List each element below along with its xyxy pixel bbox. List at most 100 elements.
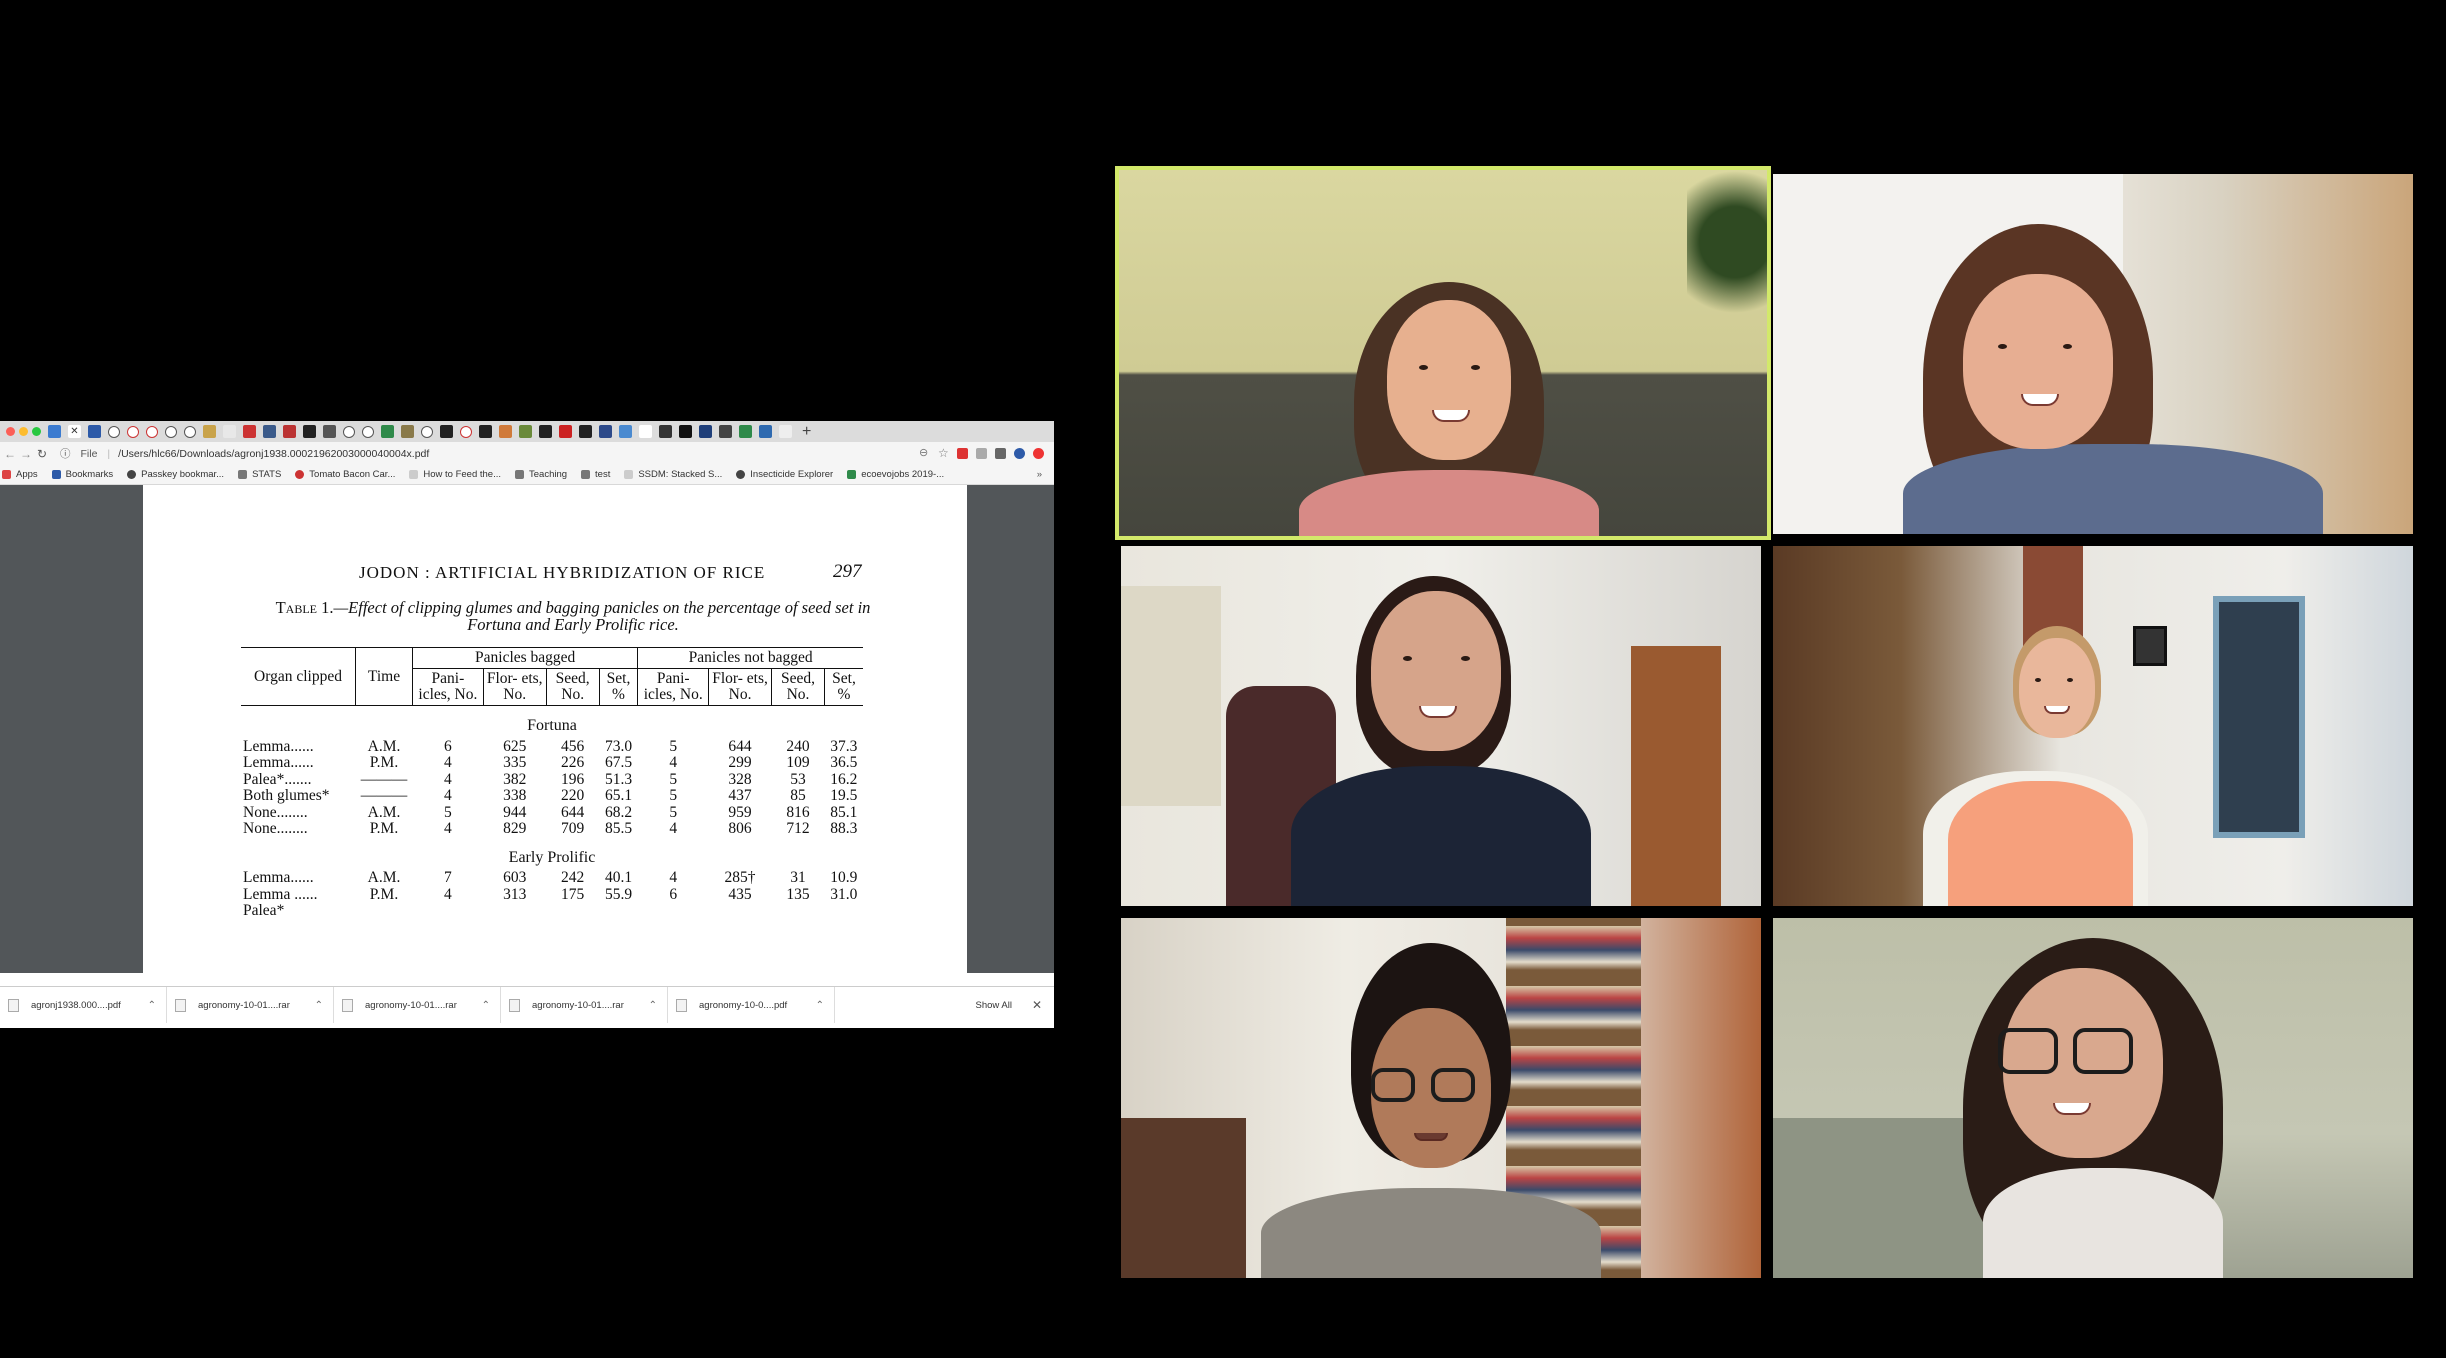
- video-tile[interactable]: [1121, 918, 1761, 1278]
- reload-icon[interactable]: ↻: [34, 447, 50, 461]
- download-item[interactable]: agronomy-10-01....rar ⌃: [334, 987, 501, 1023]
- tab-favicon[interactable]: [362, 425, 374, 438]
- value-cell: 313: [503, 885, 527, 903]
- tab-favicon[interactable]: [719, 425, 732, 438]
- tab-favicon[interactable]: [283, 425, 296, 438]
- back-arrow-icon[interactable]: ←: [2, 447, 18, 461]
- tab-favicon[interactable]: [381, 425, 394, 438]
- value-cell: 242: [561, 869, 585, 887]
- tab-favicon[interactable]: [639, 425, 652, 438]
- shared-screen-window[interactable]: ✕ + ← → ↻ ⓘ File | /Users/hlc66/Download…: [0, 421, 1054, 1028]
- download-item[interactable]: agronomy-10-01....rar ⌃: [501, 987, 668, 1023]
- tab-favicon[interactable]: [759, 425, 772, 438]
- url-field[interactable]: ⓘ File | /Users/hlc66/Downloads/agronj19…: [60, 445, 919, 462]
- tab-favicon[interactable]: [679, 425, 692, 438]
- subheader: Set, %: [824, 668, 863, 706]
- bookmark-star-icon[interactable]: ☆: [938, 447, 949, 459]
- bookmark-folder[interactable]: STATS: [238, 469, 281, 480]
- tab-favicon[interactable]: [243, 425, 256, 438]
- tab-favicon[interactable]: [539, 425, 552, 438]
- table-row: Lemma ...... P.M. 4 313 175 55.9 6 435 135 31.0: [241, 885, 863, 904]
- profile-avatar-icon[interactable]: [1014, 448, 1025, 459]
- tab-favicon[interactable]: [127, 425, 139, 438]
- download-item[interactable]: agronomy-10-0....pdf ⌃: [668, 987, 835, 1023]
- tab-favicon[interactable]: [699, 425, 712, 438]
- bookmarks-overflow-button[interactable]: »: [1037, 469, 1042, 480]
- value-cell: 88.3: [830, 820, 858, 838]
- chevron-up-icon[interactable]: ⌃: [816, 1000, 824, 1011]
- minimize-window-icon[interactable]: [19, 427, 28, 436]
- video-tile[interactable]: [1773, 546, 2413, 906]
- close-window-icon[interactable]: [6, 427, 15, 436]
- tab-favicon[interactable]: [108, 425, 120, 438]
- video-tile[interactable]: [1121, 546, 1761, 906]
- tab-favicon[interactable]: [440, 425, 453, 438]
- tab-favicon[interactable]: [479, 425, 492, 438]
- organ-cell: Lemma ......: [243, 885, 318, 903]
- tab-favicon[interactable]: [88, 425, 101, 438]
- pdf-viewer[interactable]: JODON : ARTIFICIAL HYBRIDIZATION OF RICE…: [0, 485, 1054, 973]
- value-cell: 944: [503, 803, 527, 821]
- chevron-up-icon[interactable]: ⌃: [315, 1000, 323, 1011]
- zoom-window-icon[interactable]: [32, 427, 41, 436]
- tab-favicon[interactable]: [223, 425, 236, 438]
- chevron-up-icon[interactable]: ⌃: [148, 1000, 156, 1011]
- chevron-up-icon[interactable]: ⌃: [649, 1000, 657, 1011]
- tab-favicon[interactable]: [343, 425, 355, 438]
- tab-favicon[interactable]: [779, 425, 792, 438]
- zoom-icon[interactable]: ⊖: [919, 448, 930, 459]
- new-tab-button[interactable]: +: [802, 423, 811, 441]
- bookmark-item[interactable]: How to Feed the...: [409, 469, 501, 480]
- download-item[interactable]: agronomy-10-01....rar ⌃: [167, 987, 334, 1023]
- video-tile-active-speaker[interactable]: [1115, 166, 1771, 540]
- tab-favicon[interactable]: [579, 425, 592, 438]
- tab-favicon[interactable]: [619, 425, 632, 438]
- active-tab-close-icon[interactable]: ✕: [68, 425, 81, 438]
- video-tile[interactable]: [1773, 918, 2413, 1278]
- bookmark-apps[interactable]: Apps: [2, 469, 38, 480]
- bookmark-item[interactable]: Insecticide Explorer: [736, 469, 833, 480]
- tab-favicon[interactable]: [303, 425, 316, 438]
- tab-favicon[interactable]: [460, 425, 472, 438]
- url-text[interactable]: /Users/hlc66/Downloads/agronj1938.000219…: [118, 448, 429, 460]
- extension-icon[interactable]: [1033, 448, 1044, 459]
- tab-favicon[interactable]: [146, 425, 158, 438]
- puzzle-extension-icon[interactable]: [995, 448, 1006, 459]
- tab-favicon[interactable]: [659, 425, 672, 438]
- tab-favicon[interactable]: [401, 425, 414, 438]
- gmail-extension-icon[interactable]: [957, 448, 968, 459]
- download-item[interactable]: agronj1938.000....pdf ⌃: [0, 987, 167, 1023]
- tab-favicon[interactable]: [165, 425, 177, 438]
- bookmark-item[interactable]: SSDM: Stacked S...: [624, 469, 722, 480]
- video-tile[interactable]: [1773, 174, 2413, 534]
- bookmark-folder[interactable]: test: [581, 469, 610, 480]
- tab-favicon[interactable]: [184, 425, 196, 438]
- tab-favicon[interactable]: [203, 425, 216, 438]
- tab-favicon[interactable]: [519, 425, 532, 438]
- tab-favicon[interactable]: [559, 425, 572, 438]
- bookmark-item[interactable]: ecoevojobs 2019-...: [847, 469, 944, 480]
- bookmark-item[interactable]: Bookmarks: [51, 469, 113, 480]
- page-icon: [624, 470, 634, 479]
- tab-favicon[interactable]: [599, 425, 612, 438]
- value-cell: 7: [444, 869, 452, 887]
- tab-favicon[interactable]: [263, 425, 276, 438]
- value-cell: A.M.: [367, 869, 401, 887]
- bookmark-item[interactable]: Passkey bookmar...: [127, 469, 224, 480]
- tab-favicon[interactable]: [48, 425, 61, 438]
- browser-tab-strip[interactable]: ✕ +: [0, 421, 1054, 442]
- bookmark-item[interactable]: Tomato Bacon Car...: [295, 469, 395, 480]
- tab-favicon[interactable]: [499, 425, 512, 438]
- show-all-downloads-button[interactable]: Show All: [976, 1000, 1012, 1011]
- chevron-up-icon[interactable]: ⌃: [482, 1000, 490, 1011]
- extension-icon[interactable]: [976, 448, 987, 459]
- forward-arrow-icon[interactable]: →: [18, 447, 34, 461]
- bookmark-folder[interactable]: Teaching: [515, 469, 567, 480]
- close-downloads-bar-icon[interactable]: ✕: [1032, 998, 1042, 1012]
- info-icon[interactable]: ⓘ: [60, 446, 71, 461]
- participant-face: [2019, 638, 2095, 738]
- tab-favicon[interactable]: [739, 425, 752, 438]
- tab-favicon[interactable]: [421, 425, 433, 438]
- tab-favicon[interactable]: [323, 425, 336, 438]
- value-cell: 5: [669, 787, 678, 805]
